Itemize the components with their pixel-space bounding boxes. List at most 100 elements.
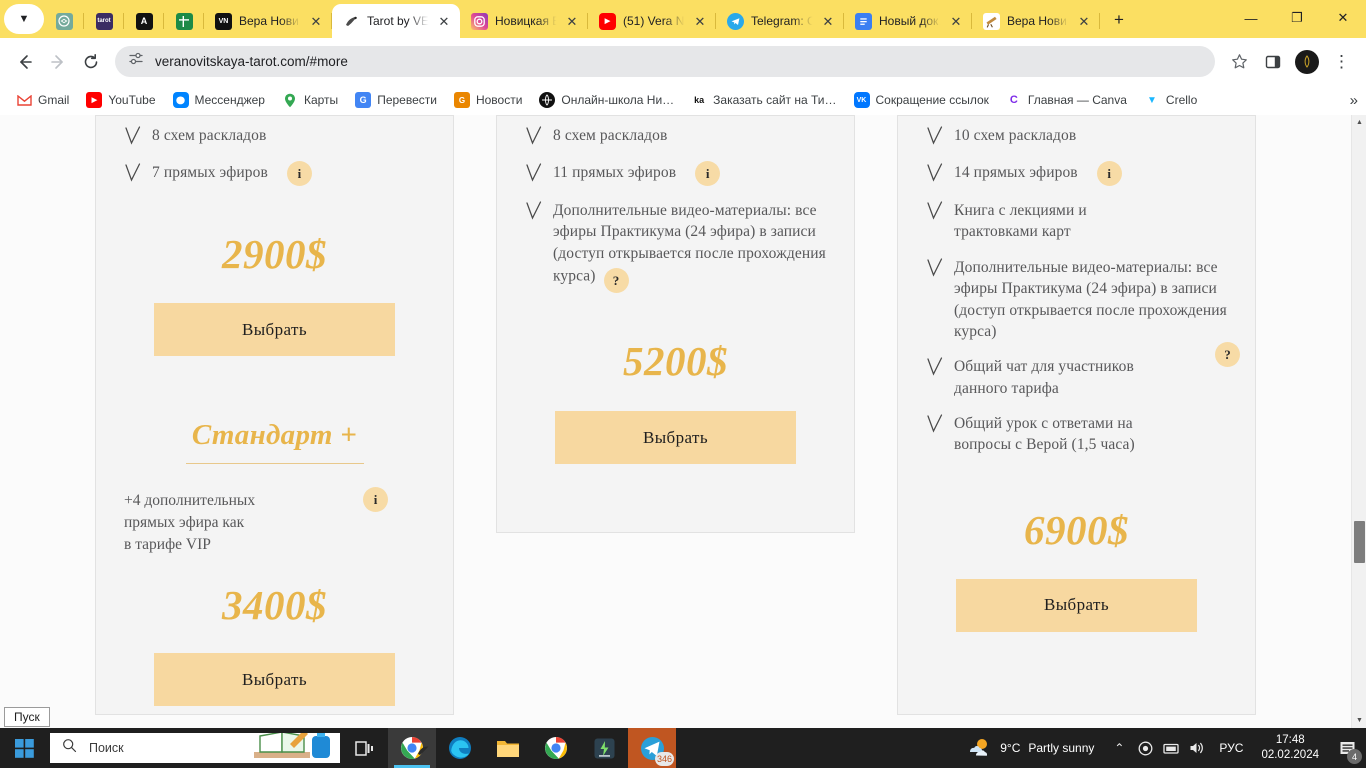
- telegram-icon: [727, 12, 744, 30]
- google-translate-icon: G: [355, 92, 372, 108]
- bookmark-star-icon[interactable]: [1224, 46, 1255, 77]
- help-badge[interactable]: ?: [603, 268, 629, 294]
- tab-close-icon[interactable]: ✕: [948, 15, 964, 28]
- pinned-tab-excel[interactable]: [164, 4, 204, 38]
- taskbar-edge[interactable]: [436, 728, 484, 768]
- tab-close-icon[interactable]: ✕: [564, 15, 580, 28]
- subplan-title: Стандарт +: [191, 419, 358, 451]
- tab-close-icon[interactable]: ✕: [692, 15, 708, 28]
- minimize-button[interactable]: —: [1228, 0, 1274, 36]
- taskbar-telegram[interactable]: 346: [628, 728, 676, 768]
- select-plan-button[interactable]: Выбрать: [154, 653, 395, 706]
- select-plan-button[interactable]: Выбрать: [555, 411, 796, 465]
- system-tray: 9°C Partly sunny ⌃ РУС 17:48 02.02.2024 …: [955, 728, 1366, 768]
- profile-avatar[interactable]: [1295, 49, 1319, 74]
- feature-item: 7 прямых эфиров i: [124, 161, 425, 186]
- new-tab-button[interactable]: +: [1104, 5, 1134, 35]
- pinned-tab-acrobat[interactable]: A: [124, 4, 164, 38]
- notification-center-button[interactable]: 4: [1328, 728, 1366, 768]
- tab-youtube-vera[interactable]: ▶ (51) Vera N… ✕: [588, 4, 716, 38]
- task-view-button[interactable]: [340, 728, 388, 768]
- info-badge[interactable]: i: [363, 487, 388, 512]
- page-scrollbar[interactable]: ▲ ▼: [1351, 115, 1366, 728]
- tab-tarot-by-vera[interactable]: Tarot by VE… ✕: [332, 4, 460, 38]
- maximize-button[interactable]: ❐: [1274, 0, 1320, 36]
- pinned-tab-notion[interactable]: tarot: [84, 4, 124, 38]
- feature-item: 8 схем раскладов: [124, 125, 425, 148]
- tab-close-icon[interactable]: ✕: [820, 15, 836, 28]
- bookmark-tilda-order[interactable]: ka Заказать сайт на Ти…: [684, 89, 843, 111]
- checkmark-icon: [124, 163, 141, 185]
- bookmark-canva[interactable]: C Главная — Canva: [999, 89, 1134, 111]
- info-badge[interactable]: i: [695, 161, 721, 186]
- forward-button[interactable]: [42, 46, 73, 77]
- tab-new-document[interactable]: Новый док… ✕: [844, 4, 972, 38]
- bookmark-crello[interactable]: ▼ Crello: [1137, 89, 1204, 111]
- pinned-tab-chatgpt[interactable]: [44, 4, 84, 38]
- feature-text: 8 схем раскладов: [553, 127, 668, 144]
- tab-close-icon[interactable]: ✕: [1076, 15, 1092, 28]
- side-panel-icon[interactable]: [1257, 46, 1288, 77]
- tab-vera-novitskaya-2[interactable]: Вера Нови… ✕: [972, 4, 1100, 38]
- bookmark-vk-shortener[interactable]: VK Сокращение ссылок: [847, 89, 996, 111]
- language-indicator[interactable]: РУС: [1210, 741, 1252, 755]
- bookmark-maps[interactable]: Карты: [275, 89, 345, 111]
- vk-icon: VK: [853, 92, 870, 108]
- address-bar[interactable]: veranovitskaya-tarot.com/#more: [115, 46, 1215, 77]
- site-settings-icon[interactable]: [128, 51, 144, 72]
- tab-vera-novitskaya-1[interactable]: VN Вера Нови… ✕: [204, 4, 332, 38]
- info-badge[interactable]: i: [1096, 161, 1122, 186]
- start-button[interactable]: [0, 728, 48, 768]
- tab-close-icon[interactable]: ✕: [308, 15, 324, 28]
- tab-telegram[interactable]: Telegram: C… ✕: [716, 4, 844, 38]
- bookmark-label: Gmail: [38, 93, 70, 107]
- scroll-up-arrow[interactable]: ▲: [1352, 115, 1366, 130]
- info-badge[interactable]: i: [286, 161, 312, 186]
- browser-menu-icon[interactable]: ⋮: [1326, 46, 1357, 77]
- back-button[interactable]: [9, 46, 40, 77]
- tray-overflow-icon[interactable]: ⌃: [1106, 728, 1132, 768]
- bookmark-online-school[interactable]: Онлайн-школа Ни…: [532, 89, 681, 111]
- youtube-icon: ▶: [86, 92, 103, 108]
- bookmark-news[interactable]: G Новости: [447, 89, 529, 111]
- feature-item: 11 прямых эфиров i: [525, 161, 826, 186]
- bookmarks-overflow-button[interactable]: »: [1350, 92, 1358, 109]
- address-bar-url: veranovitskaya-tarot.com/#more: [155, 54, 348, 69]
- clock[interactable]: 17:48 02.02.2024: [1252, 733, 1328, 762]
- onedrive-icon[interactable]: [1132, 728, 1158, 768]
- bookmark-gmail[interactable]: Gmail: [9, 89, 76, 111]
- feature-text: 8 схем раскладов: [152, 127, 267, 144]
- plan-price: 6900$: [1024, 506, 1129, 553]
- tab-close-icon[interactable]: ✕: [436, 15, 452, 28]
- taskbar-file-explorer[interactable]: [484, 728, 532, 768]
- taskbar-chrome-active[interactable]: [388, 728, 436, 768]
- volume-icon[interactable]: [1184, 728, 1210, 768]
- bookmark-youtube[interactable]: ▶ YouTube: [79, 89, 162, 111]
- page-viewport: 8 схем раскладов 7 прямых эфиров i 2900$…: [0, 115, 1366, 728]
- scroll-down-arrow[interactable]: ▼: [1352, 713, 1366, 728]
- reload-button[interactable]: [75, 46, 106, 77]
- browser-toolbar: veranovitskaya-tarot.com/#more ⋮: [0, 38, 1366, 85]
- select-plan-button[interactable]: Выбрать: [956, 578, 1197, 632]
- close-window-button[interactable]: ✕: [1320, 0, 1366, 36]
- feature-text: 10 схем раскладов: [954, 127, 1077, 144]
- taskbar-search[interactable]: Поиск: [50, 733, 340, 763]
- weather-condition: Partly sunny: [1028, 741, 1095, 755]
- tab-novitskaya-instagram[interactable]: Новицкая В… ✕: [460, 4, 588, 38]
- weather-widget[interactable]: 9°C Partly sunny: [955, 736, 1106, 761]
- bookmark-label: Crello: [1165, 93, 1198, 107]
- taskbar-notes-app[interactable]: [580, 728, 628, 768]
- network-icon[interactable]: [1158, 728, 1184, 768]
- bookmark-messenger[interactable]: Мессенджер: [166, 89, 272, 111]
- help-badge[interactable]: ?: [1215, 342, 1240, 368]
- start-tooltip: Пуск: [4, 707, 50, 727]
- edge-icon: [449, 737, 471, 759]
- select-plan-button[interactable]: Выбрать: [154, 303, 395, 356]
- bookmark-translate[interactable]: G Перевести: [348, 89, 444, 111]
- tab-search-button[interactable]: ▼: [4, 4, 44, 34]
- scrollbar-thumb[interactable]: [1354, 521, 1365, 563]
- taskbar-chrome[interactable]: [532, 728, 580, 768]
- window-controls: — ❐ ✕: [1228, 0, 1366, 36]
- feature-text: Общий чат для участников данного тарифа: [954, 358, 1134, 397]
- checkmark-icon: [926, 126, 943, 148]
